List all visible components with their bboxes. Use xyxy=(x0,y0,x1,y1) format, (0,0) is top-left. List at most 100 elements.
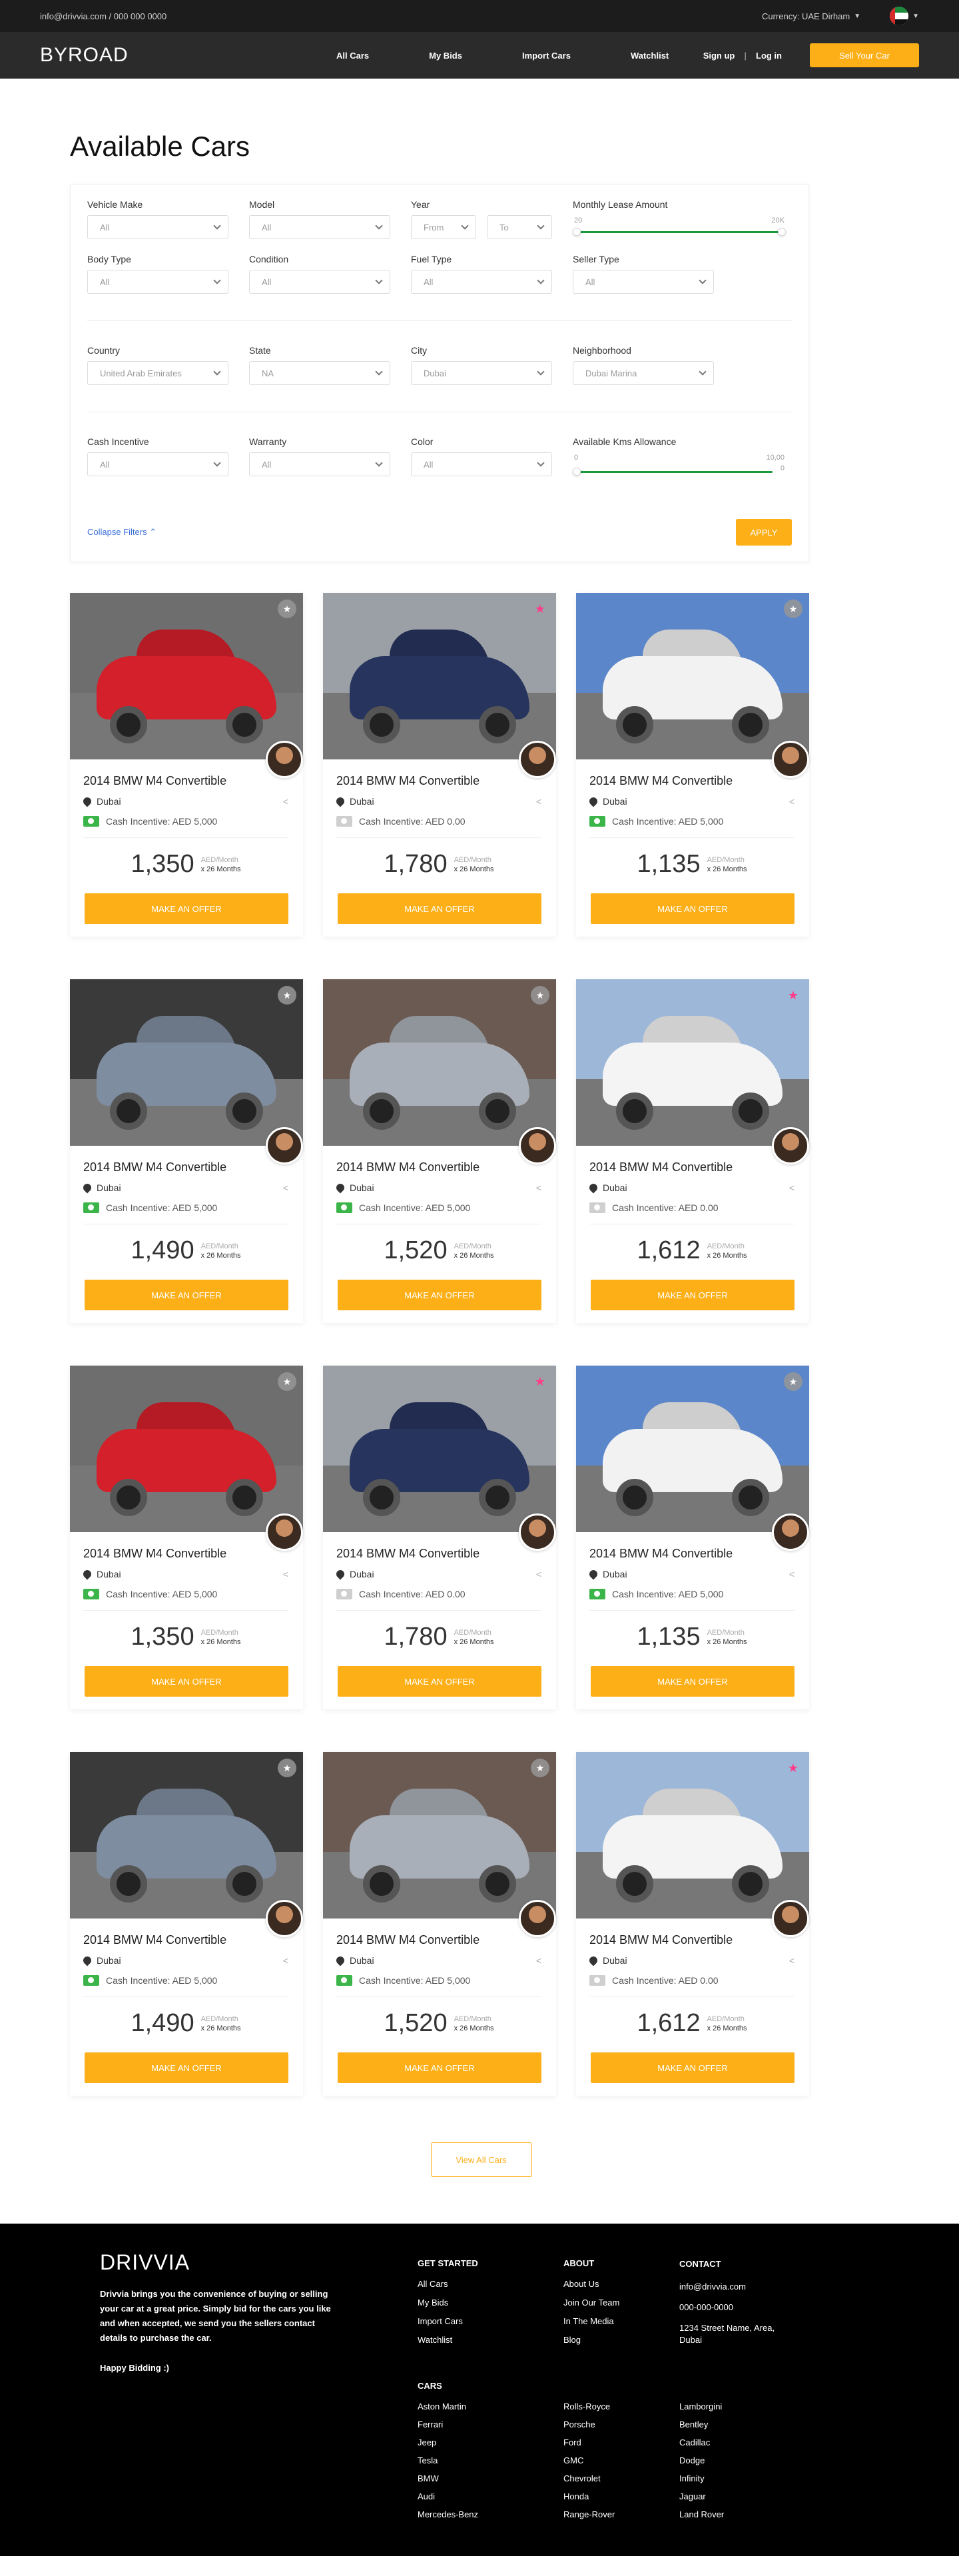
favorite-star-icon[interactable]: ★ xyxy=(278,600,296,618)
car-photo[interactable]: ★ xyxy=(70,593,303,759)
footer-brand-link[interactable]: Infinity xyxy=(679,2473,779,2483)
range-handle-min[interactable] xyxy=(573,228,581,236)
color-select[interactable]: All xyxy=(411,452,552,476)
car-photo[interactable]: ★ xyxy=(576,979,809,1146)
signup-link[interactable]: Sign up xyxy=(703,51,735,61)
favorite-star-icon[interactable]: ★ xyxy=(278,1759,296,1777)
footer-brand-link[interactable]: Tesla xyxy=(418,2455,563,2465)
sell-your-car-button[interactable]: Sell Your Car xyxy=(810,43,919,67)
car-card[interactable]: ★ 2014 BMW M4 Convertible Dubai < Cash I… xyxy=(70,1366,303,1709)
share-icon[interactable]: < xyxy=(789,1569,795,1579)
footer-brand-link[interactable]: Rolls-Royce xyxy=(563,2401,679,2411)
footer-brand-link[interactable]: GMC xyxy=(563,2455,679,2465)
seller-avatar[interactable] xyxy=(519,1513,556,1551)
car-card[interactable]: ★ 2014 BMW M4 Convertible Dubai < Cash I… xyxy=(70,1752,303,2096)
share-icon[interactable]: < xyxy=(789,1182,795,1193)
car-card[interactable]: ★ 2014 BMW M4 Convertible Dubai < Cash I… xyxy=(576,1752,809,2096)
car-card[interactable]: ★ 2014 BMW M4 Convertible Dubai < Cash I… xyxy=(323,979,556,1323)
make-offer-button[interactable]: MAKE AN OFFER xyxy=(85,2052,288,2083)
currency-selector[interactable]: Currency: UAE Dirham ▼ xyxy=(762,11,860,21)
city-select[interactable]: Dubai xyxy=(411,361,552,385)
car-photo[interactable]: ★ xyxy=(323,979,556,1146)
year-to-select[interactable]: To xyxy=(487,215,552,239)
favorite-star-icon[interactable]: ★ xyxy=(784,1372,802,1391)
seller-avatar[interactable] xyxy=(266,1900,303,1937)
footer-link[interactable]: Join Our Team xyxy=(563,2298,619,2308)
make-offer-button[interactable]: MAKE AN OFFER xyxy=(591,1280,795,1310)
make-offer-button[interactable]: MAKE AN OFFER xyxy=(338,1280,541,1310)
footer-link[interactable]: All Cars xyxy=(418,2279,478,2289)
make-offer-button[interactable]: MAKE AN OFFER xyxy=(338,1666,541,1697)
login-link[interactable]: Log in xyxy=(756,51,782,61)
fuel-type-select[interactable]: All xyxy=(411,270,552,294)
footer-brand-link[interactable]: Dodge xyxy=(679,2455,779,2465)
car-photo[interactable]: ★ xyxy=(576,1366,809,1532)
footer-brand-link[interactable]: Land Rover xyxy=(679,2509,779,2519)
footer-brand-link[interactable]: Ferrari xyxy=(418,2419,563,2429)
year-from-select[interactable]: From xyxy=(411,215,476,239)
seller-avatar[interactable] xyxy=(266,1127,303,1164)
make-offer-button[interactable]: MAKE AN OFFER xyxy=(85,893,288,924)
favorite-star-icon[interactable]: ★ xyxy=(531,1372,549,1391)
car-card[interactable]: ★ 2014 BMW M4 Convertible Dubai < Cash I… xyxy=(70,593,303,937)
favorite-star-icon[interactable]: ★ xyxy=(278,1372,296,1391)
range-handle-min[interactable] xyxy=(573,468,581,476)
favorite-star-icon[interactable]: ★ xyxy=(784,986,802,1005)
collapse-filters-link[interactable]: Collapse Filters ⌃ xyxy=(87,527,157,538)
car-card[interactable]: ★ 2014 BMW M4 Convertible Dubai < Cash I… xyxy=(323,1366,556,1709)
make-offer-button[interactable]: MAKE AN OFFER xyxy=(85,1280,288,1310)
footer-brand-link[interactable]: Chevrolet xyxy=(563,2473,679,2483)
footer-brand-link[interactable]: Porsche xyxy=(563,2419,679,2429)
model-select[interactable]: All xyxy=(249,215,390,239)
footer-brand-link[interactable]: Lamborgini xyxy=(679,2401,779,2411)
neighborhood-select[interactable]: Dubai Marina xyxy=(573,361,714,385)
footer-brand-link[interactable]: Cadillac xyxy=(679,2437,779,2447)
car-photo[interactable]: ★ xyxy=(576,1752,809,1919)
footer-link[interactable]: Import Cars xyxy=(418,2316,478,2326)
condition-select[interactable]: All xyxy=(249,270,390,294)
car-card[interactable]: ★ 2014 BMW M4 Convertible Dubai < Cash I… xyxy=(576,1366,809,1709)
car-photo[interactable]: ★ xyxy=(576,593,809,759)
car-photo[interactable]: ★ xyxy=(70,1366,303,1532)
favorite-star-icon[interactable]: ★ xyxy=(278,986,296,1005)
footer-brand-link[interactable]: Honda xyxy=(563,2491,679,2501)
footer-brand-link[interactable]: BMW xyxy=(418,2473,563,2483)
share-icon[interactable]: < xyxy=(536,796,541,807)
warranty-select[interactable]: All xyxy=(249,452,390,476)
country-flag-selector[interactable]: ▼ xyxy=(890,7,919,25)
apply-filters-button[interactable]: APPLY xyxy=(736,519,792,546)
make-offer-button[interactable]: MAKE AN OFFER xyxy=(591,2052,795,2083)
car-card[interactable]: ★ 2014 BMW M4 Convertible Dubai < Cash I… xyxy=(576,593,809,937)
footer-brand-link[interactable]: Ford xyxy=(563,2437,679,2447)
seller-avatar[interactable] xyxy=(519,1127,556,1164)
make-offer-button[interactable]: MAKE AN OFFER xyxy=(338,2052,541,2083)
car-photo[interactable]: ★ xyxy=(70,979,303,1146)
seller-avatar[interactable] xyxy=(519,741,556,778)
make-offer-button[interactable]: MAKE AN OFFER xyxy=(338,893,541,924)
share-icon[interactable]: < xyxy=(283,1955,288,1966)
car-card[interactable]: ★ 2014 BMW M4 Convertible Dubai < Cash I… xyxy=(323,1752,556,2096)
seller-avatar[interactable] xyxy=(519,1900,556,1937)
favorite-star-icon[interactable]: ★ xyxy=(531,1759,549,1777)
favorite-star-icon[interactable]: ★ xyxy=(784,600,802,618)
seller-type-select[interactable]: All xyxy=(573,270,714,294)
favorite-star-icon[interactable]: ★ xyxy=(784,1759,802,1777)
footer-link[interactable]: In The Media xyxy=(563,2316,619,2326)
footer-brand-link[interactable]: Range-Rover xyxy=(563,2509,679,2519)
view-all-cars-button[interactable]: View All Cars xyxy=(430,2142,532,2177)
footer-link[interactable]: About Us xyxy=(563,2279,619,2289)
cash-incentive-select[interactable]: All xyxy=(87,452,228,476)
footer-link[interactable]: Watchlist xyxy=(418,2335,478,2345)
share-icon[interactable]: < xyxy=(536,1182,541,1193)
seller-avatar[interactable] xyxy=(266,1513,303,1551)
lease-range-slider[interactable]: 20 20K xyxy=(573,215,786,242)
share-icon[interactable]: < xyxy=(536,1955,541,1966)
favorite-star-icon[interactable]: ★ xyxy=(531,600,549,618)
favorite-star-icon[interactable]: ★ xyxy=(531,986,549,1005)
seller-avatar[interactable] xyxy=(772,741,809,778)
state-select[interactable]: NA xyxy=(249,361,390,385)
make-offer-button[interactable]: MAKE AN OFFER xyxy=(591,1666,795,1697)
car-photo[interactable]: ★ xyxy=(70,1752,303,1919)
seller-avatar[interactable] xyxy=(772,1900,809,1937)
share-icon[interactable]: < xyxy=(789,796,795,807)
